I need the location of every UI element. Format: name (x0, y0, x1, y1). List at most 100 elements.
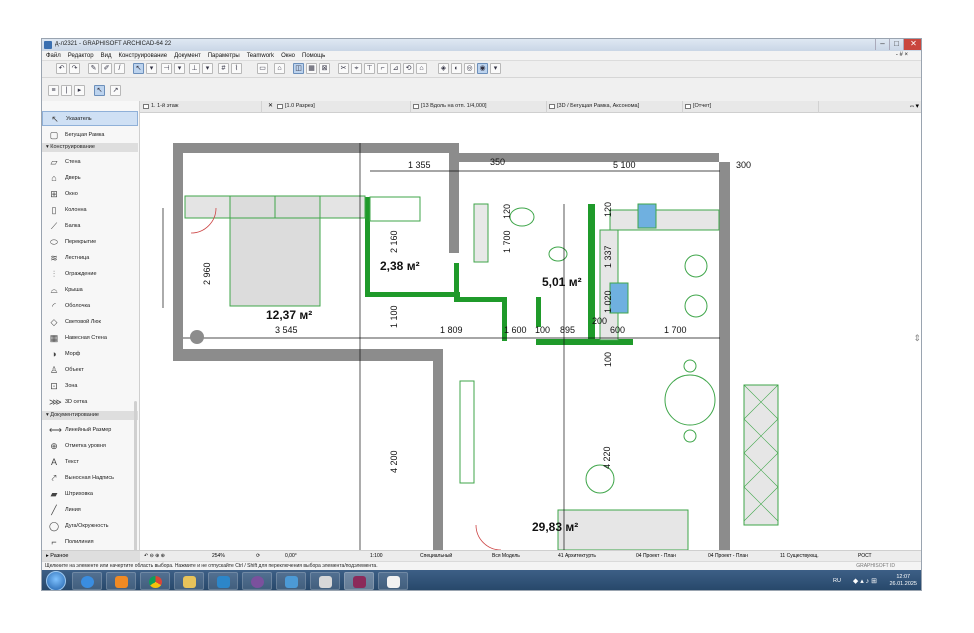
tool-label[interactable]: ⤤ Выносная Надпись (42, 470, 138, 485)
tool-slab[interactable]: ⬭ Перекрытие (42, 234, 138, 249)
angle-value[interactable]: 0,00° (285, 553, 297, 559)
orientation-icon[interactable]: ⟳ (256, 553, 260, 559)
renovation-value[interactable]: 11 Существующ. (780, 553, 819, 559)
tool-marquee[interactable]: ▢ Бегущая Рамка (42, 127, 138, 142)
tool-window[interactable]: ⊞ Окно (42, 186, 138, 201)
rfct-value[interactable]: РОСТ (858, 553, 872, 559)
tab-floor-plan[interactable]: 1. 1-й этаж (142, 101, 262, 113)
tab-section[interactable]: [1.0 Разрез] (276, 101, 411, 113)
intersect-icon[interactable]: ⊤ (364, 63, 375, 74)
tool-text[interactable]: A Текст (42, 454, 138, 469)
taskbar-archicad[interactable] (208, 572, 238, 590)
taskbar-media[interactable] (106, 572, 136, 590)
section-view-icon[interactable]: ⊠ (319, 63, 330, 74)
zoom-value[interactable]: 254% (212, 553, 225, 559)
snap-guide-icon[interactable]: ⊣ (161, 63, 172, 74)
orbit-icon[interactable]: ◎ (464, 63, 475, 74)
tool-wall[interactable]: ▱ Стена (42, 154, 138, 169)
tool-object[interactable]: ♙ Объект (42, 362, 138, 377)
menu-teamwork[interactable]: Teamwork (247, 53, 274, 59)
arrow-select-icon[interactable]: ↖ (133, 63, 144, 74)
tool-level[interactable]: ⊕ Отметка уровня (42, 438, 138, 453)
maximize-button[interactable]: □ (889, 39, 903, 50)
tool-column[interactable]: ▯ Колонна (42, 202, 138, 217)
grid-snap-icon[interactable]: # (218, 63, 229, 74)
menu-view[interactable]: Вид (101, 53, 112, 59)
windows-start-icon[interactable] (46, 571, 66, 590)
render-icon[interactable]: ◐ (451, 63, 462, 74)
tool-railing[interactable]: ⫶ Ограждение (42, 266, 138, 281)
scale-value[interactable]: 1:100 (370, 553, 383, 559)
suspend-groups-icon[interactable]: ▾ (146, 63, 157, 74)
project-plan-1[interactable]: 04 Проект - План (636, 553, 676, 559)
plan-view-icon[interactable]: ▦ (306, 63, 317, 74)
tab-report[interactable]: [Отчет] (684, 101, 819, 113)
tab-3d[interactable]: [3D / Бегущая Рамка, Аксонома] (548, 101, 683, 113)
language-indicator[interactable]: RU (833, 578, 841, 584)
gravity-icon[interactable]: ⊥ (189, 63, 200, 74)
model-value[interactable]: Вся Модель (492, 553, 520, 559)
offset-icon[interactable]: ⊿ (390, 63, 401, 74)
tool-stair[interactable]: ≋ Лестница (42, 250, 138, 265)
menu-window[interactable]: Окно (281, 53, 295, 59)
eyedropper-icon[interactable]: ✎ (88, 63, 99, 74)
guide-line-icon[interactable]: ⌇ (231, 63, 242, 74)
undo-view-icon[interactable]: ↶ ⊖ ⊕ ⊕ (144, 553, 165, 559)
tool-pointer[interactable]: ↖ Указатель (42, 111, 138, 126)
redo-icon[interactable]: ↷ (69, 63, 80, 74)
tool-arc[interactable]: ◯ Дуга/Окружность (42, 518, 138, 533)
tool-zone[interactable]: ⊡ Зона (42, 378, 138, 393)
3d-view-icon[interactable]: ◈ (438, 63, 449, 74)
rotate-icon[interactable]: ⟲ (403, 63, 414, 74)
tool-fill[interactable]: ▰ Штриховка (42, 486, 138, 501)
taskbar-chrome[interactable] (140, 572, 170, 590)
explore-options-icon[interactable]: ▾ (490, 63, 501, 74)
tool-line[interactable]: ╱ Линия (42, 502, 138, 517)
menu-design[interactable]: Конструирование (118, 53, 167, 59)
tool-morph[interactable]: ◑ Морф (42, 346, 138, 361)
explore-icon[interactable]: ◉ (477, 63, 488, 74)
tool-polyline[interactable]: ⌐ Полилиния (42, 534, 138, 549)
view-value[interactable]: Специальный (420, 553, 452, 559)
tab-elevation[interactable]: [13 Вдоль на отп. 1/4,000] (412, 101, 547, 113)
syringe-icon[interactable]: ✐ (101, 63, 112, 74)
taskbar-winrar[interactable] (344, 572, 374, 590)
floor-plan-canvas[interactable]: 12,37 м² 2,38 м² 5,01 м² 29,83 м² 1 355 … (140, 113, 921, 550)
arrow-tool-icon[interactable]: ↖ (94, 85, 105, 96)
snap-options-icon[interactable]: ▾ (174, 63, 185, 74)
section-documentation[interactable]: ▾ Документирование (42, 411, 138, 420)
tool-curtain-wall[interactable]: ▦ Навесная Стена (42, 330, 138, 345)
tab-menu-icon[interactable]: ⇔▾ (908, 102, 919, 110)
menu-window-controls[interactable]: - # × (896, 52, 908, 58)
layer-set-icon[interactable]: | (61, 85, 72, 96)
tray-icons[interactable]: ◆ ▴ ♪ ⊞ (853, 577, 877, 585)
taskbar-ie[interactable] (72, 572, 102, 590)
tool-dimension[interactable]: ⟷ Линейный Размер (42, 422, 138, 437)
tool-beam[interactable]: ⟋ Балка (42, 218, 138, 233)
section-design[interactable]: ▾ Конструирование (42, 143, 138, 152)
minimize-button[interactable]: – (875, 39, 889, 50)
layer-icon[interactable]: ▭ (257, 63, 268, 74)
menu-help[interactable]: Помощь (302, 53, 325, 59)
toolbox-scrollbar[interactable] (134, 401, 137, 551)
menu-options[interactable]: Параметры (208, 53, 240, 59)
info-box-icon[interactable]: ≡ (48, 85, 59, 96)
adjust-icon[interactable]: ⌖ (351, 63, 362, 74)
taskbar-paint[interactable] (310, 572, 340, 590)
close-button[interactable]: ✕ (903, 39, 921, 50)
pen-set-icon[interactable]: ▸ (74, 85, 85, 96)
menu-edit[interactable]: Редактор (68, 53, 94, 59)
menu-file[interactable]: Файл (46, 53, 61, 59)
lock-icon[interactable]: ⌂ (274, 63, 285, 74)
taskbar-docs[interactable] (378, 572, 408, 590)
clock[interactable]: 12:07 26.01.2025 (889, 574, 917, 588)
fillet-icon[interactable]: ⌐ (377, 63, 388, 74)
section-more[interactable]: ▸ Разное (42, 550, 140, 561)
mirror-icon[interactable]: ⌂ (416, 63, 427, 74)
marquee-tool-icon[interactable]: ↗ (110, 85, 121, 96)
split-icon[interactable]: ✂ (338, 63, 349, 74)
taskbar-explorer[interactable] (174, 572, 204, 590)
tool-shell[interactable]: ◜ Оболочка (42, 298, 138, 313)
trace-icon[interactable]: ◫ (293, 63, 304, 74)
tool-door[interactable]: ⌂ Дверь (42, 170, 138, 185)
